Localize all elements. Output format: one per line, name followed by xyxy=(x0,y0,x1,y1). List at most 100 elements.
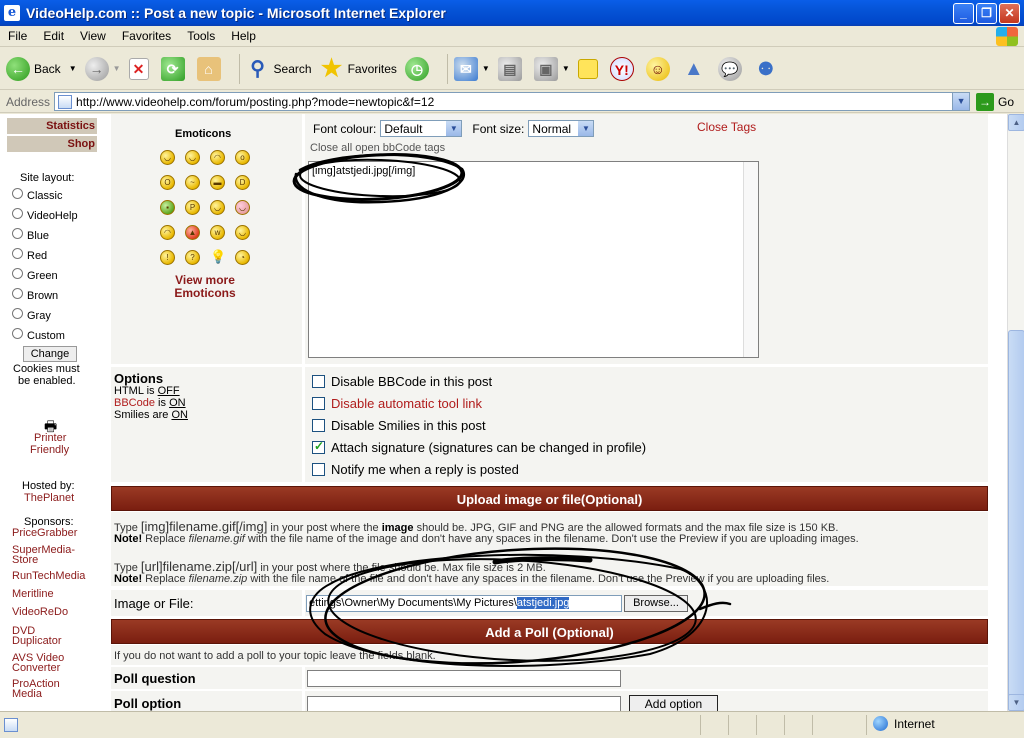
sponsor-link[interactable]: ProAction Media xyxy=(12,679,60,700)
notify-reply-option[interactable]: Notify me when a reply is posted xyxy=(312,462,519,477)
window-title: VideoHelp.com :: Post a new topic - Micr… xyxy=(26,5,446,21)
message-scrollbar[interactable] xyxy=(743,162,758,357)
sad-emoticon-icon[interactable]: ◠ xyxy=(210,150,225,165)
sidebar-link-shop[interactable]: Shop xyxy=(7,136,97,152)
file-path-input[interactable]: ettings\Owner\My Documents\My Pictures\a… xyxy=(306,595,622,612)
embarrassed-emoticon-icon[interactable]: ◡ xyxy=(235,200,250,215)
menu-edit[interactable]: Edit xyxy=(35,29,72,43)
restore-button[interactable]: ❐ xyxy=(976,3,997,24)
view-more-emoticons-link[interactable]: View more Emoticons xyxy=(150,274,260,300)
close-bbcode-hint-link[interactable]: Close all open bbCode tags xyxy=(310,142,445,154)
disable-smilies-checkbox[interactable] xyxy=(312,419,325,432)
disable-tool-link-checkbox[interactable] xyxy=(312,397,325,410)
home-button[interactable]: ⌂ xyxy=(196,56,225,81)
exclaim-emoticon-icon[interactable]: ! xyxy=(160,250,175,265)
add-option-button[interactable]: Add option xyxy=(629,695,718,711)
scroll-down-arrow-icon[interactable]: ▼ xyxy=(1008,694,1024,711)
edit-button[interactable]: ▣ ▼ xyxy=(533,56,570,81)
minimize-button[interactable]: _ xyxy=(953,3,974,24)
users-button[interactable]: ⚉ xyxy=(754,57,782,81)
chat-button[interactable]: 💬 xyxy=(717,56,746,81)
idea-emoticon-icon[interactable]: 💡 xyxy=(210,250,226,265)
surprised-emoticon-icon[interactable]: o xyxy=(235,150,250,165)
sponsor-link[interactable]: RunTechMedia xyxy=(12,571,85,582)
scroll-up-arrow-icon[interactable]: ▲ xyxy=(1008,114,1024,131)
question-emoticon-icon[interactable]: ? xyxy=(185,250,200,265)
attach-signature-option[interactable]: Attach signature (signatures can be chan… xyxy=(312,439,646,455)
forward-button[interactable]: → ▼ xyxy=(84,56,121,81)
refresh-button[interactable]: ⟳ xyxy=(160,56,189,81)
razz-emoticon-icon[interactable]: P xyxy=(185,200,200,215)
address-dropdown-icon[interactable]: ▼ xyxy=(952,93,970,110)
layout-radio-classic[interactable]: Classic xyxy=(12,187,62,202)
smiley-emoticon-icon[interactable]: ◡ xyxy=(160,150,175,165)
disable-bbcode-checkbox[interactable] xyxy=(312,375,325,388)
disable-bbcode-option[interactable]: Disable BBCode in this post xyxy=(312,374,492,389)
hosted-link[interactable]: ThePlanet xyxy=(24,492,74,504)
rolleyes-emoticon-icon[interactable]: ◔ xyxy=(235,250,250,265)
favorites-button[interactable]: ★ Favorites xyxy=(320,56,397,81)
layout-radio-custom[interactable]: Custom xyxy=(12,327,65,342)
attach-signature-checkbox[interactable] xyxy=(312,439,325,454)
search-button[interactable]: ⚲ Search xyxy=(246,57,311,81)
cry-emoticon-icon[interactable]: ◠ xyxy=(160,225,175,240)
disable-smilies-option[interactable]: Disable Smilies in this post xyxy=(312,418,486,433)
go-button[interactable]: → Go xyxy=(976,92,1014,111)
history-button[interactable]: ◷ xyxy=(404,56,433,81)
scroll-thumb[interactable] xyxy=(1008,330,1024,708)
stop-button[interactable]: ✕ xyxy=(128,57,153,80)
menu-help[interactable]: Help xyxy=(223,29,264,43)
smiley-icon: ☺ xyxy=(645,56,670,81)
sponsor-link[interactable]: Meritline xyxy=(12,589,54,600)
shocked-emoticon-icon[interactable]: O xyxy=(160,175,175,190)
poll-question-input[interactable] xyxy=(307,670,621,687)
font-colour-select[interactable]: Default ▼ xyxy=(380,120,463,137)
font-size-select[interactable]: Normal ▼ xyxy=(528,120,595,137)
bbcode-link[interactable]: BBCode xyxy=(114,397,155,409)
mail-button[interactable]: ✉ ▼ xyxy=(453,56,490,81)
vertical-scrollbar[interactable]: ▲ ▼ xyxy=(1007,114,1024,711)
cool-emoticon-icon[interactable]: ▬ xyxy=(210,175,225,190)
sick-emoticon-icon[interactable]: ▪ xyxy=(160,200,175,215)
menu-favorites[interactable]: Favorites xyxy=(114,29,179,43)
yahoo-button[interactable]: Y! xyxy=(609,56,638,81)
mad-emoticon-icon[interactable]: ▲ xyxy=(185,225,200,240)
layout-radio-brown[interactable]: Brown xyxy=(12,287,58,302)
layout-radio-green[interactable]: Green xyxy=(12,267,58,282)
layout-radio-videohelp[interactable]: VideoHelp xyxy=(12,207,78,222)
layout-radio-red[interactable]: Red xyxy=(12,247,47,262)
poll-option-input[interactable] xyxy=(307,696,621,711)
messenger-button[interactable]: ☺ xyxy=(645,56,674,81)
sponsor-link[interactable]: DVD Duplicator xyxy=(12,626,62,647)
disable-tool-link-option[interactable]: Disable automatic tool link xyxy=(312,396,482,411)
sponsor-link[interactable]: PriceGrabber xyxy=(12,528,77,539)
confused-emoticon-icon[interactable]: ~ xyxy=(185,175,200,190)
layout-radio-blue[interactable]: Blue xyxy=(12,227,49,242)
menu-file[interactable]: File xyxy=(0,29,35,43)
sponsor-link[interactable]: VideoReDo xyxy=(12,607,68,618)
smile-emoticon-icon[interactable]: ◡ xyxy=(185,150,200,165)
tool-button[interactable]: ▲ xyxy=(682,57,710,81)
sponsor-link[interactable]: AVS Video Converter xyxy=(12,653,64,674)
menu-tools[interactable]: Tools xyxy=(179,29,223,43)
laugh-emoticon-icon[interactable]: D xyxy=(235,175,250,190)
browse-button[interactable]: Browse... xyxy=(624,595,688,612)
sidebar-link-statistics[interactable]: Statistics xyxy=(7,118,97,134)
layout-radio-gray[interactable]: Gray xyxy=(12,307,51,322)
notify-reply-checkbox[interactable] xyxy=(312,463,325,476)
close-button[interactable]: ✕ xyxy=(999,3,1020,24)
discuss-button[interactable] xyxy=(577,58,602,79)
wink-emoticon-icon[interactable]: ◡ xyxy=(210,200,225,215)
menu-view[interactable]: View xyxy=(72,29,114,43)
sponsor-link[interactable]: SuperMedia- Store xyxy=(12,545,75,566)
twisted-emoticon-icon[interactable]: ◡ xyxy=(235,225,250,240)
change-layout-button[interactable]: Change xyxy=(23,346,77,362)
back-button[interactable]: ← Back ▼ xyxy=(6,56,77,81)
printer-friendly-link-1[interactable]: Printer xyxy=(34,432,66,444)
printer-friendly-link-2[interactable]: Friendly xyxy=(30,444,69,456)
evil-emoticon-icon[interactable]: w xyxy=(210,225,225,240)
message-textarea[interactable]: [img]atstjedi.jpg[/img] xyxy=(308,161,759,358)
print-button[interactable]: ▤ xyxy=(497,56,526,81)
address-input[interactable]: http://www.videohelp.com/forum/posting.p… xyxy=(54,92,971,111)
close-tags-link[interactable]: Close Tags xyxy=(697,120,756,134)
